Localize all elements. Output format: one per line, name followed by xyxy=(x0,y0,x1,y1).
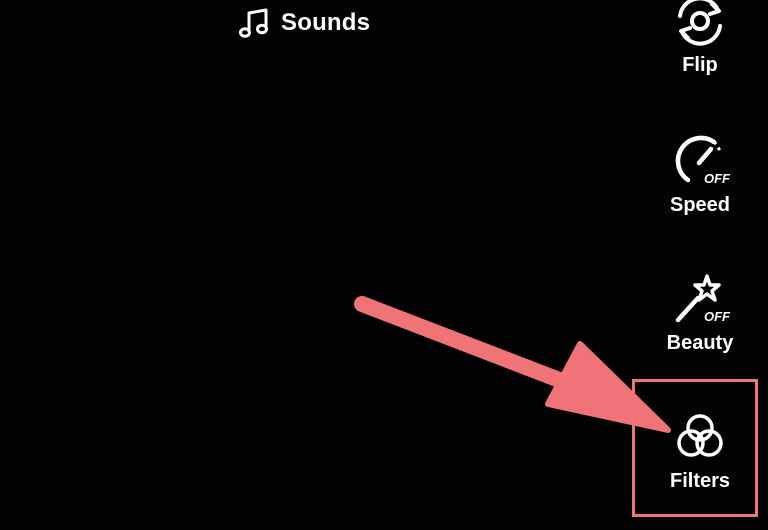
magic-wand-icon: OFF xyxy=(668,268,732,330)
flip-label: Flip xyxy=(682,54,718,76)
speed-label: Speed xyxy=(669,194,731,216)
sounds-button[interactable]: Sounds xyxy=(238,5,370,41)
flip-camera-icon xyxy=(668,0,732,52)
camera-screen: Sounds Flip OFF Speed OFF Beauty Filters xyxy=(0,0,768,530)
music-note-icon xyxy=(238,7,272,39)
sounds-label: Sounds xyxy=(281,9,371,36)
speed-off-badge: OFF xyxy=(704,171,731,186)
flip-button[interactable]: Flip xyxy=(645,0,755,77)
speedometer-icon: OFF xyxy=(668,130,732,192)
beauty-off-badge: OFF xyxy=(704,309,731,324)
beauty-button[interactable]: OFF Beauty xyxy=(645,268,755,355)
speed-button[interactable]: OFF Speed xyxy=(645,130,755,217)
beauty-label: Beauty xyxy=(666,332,734,354)
filters-highlight-box xyxy=(632,379,758,517)
